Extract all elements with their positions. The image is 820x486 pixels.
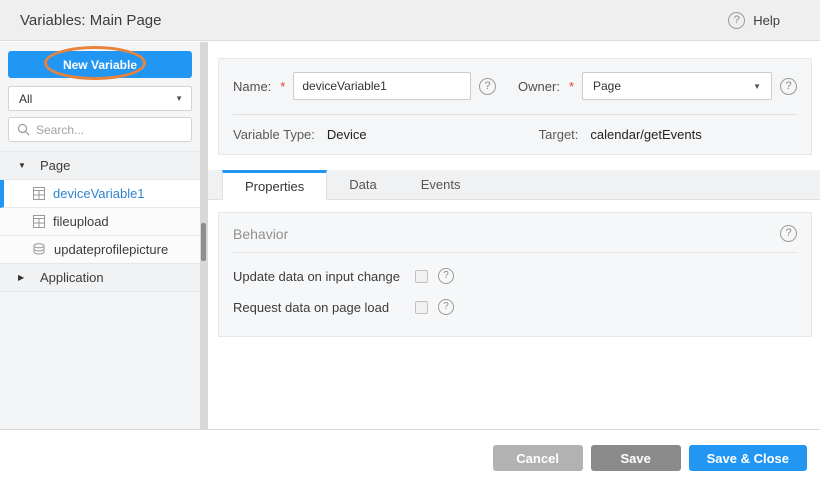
name-input[interactable] [293, 72, 471, 100]
name-label: Name: [233, 79, 271, 94]
behavior-help-icon[interactable]: ? [780, 225, 797, 242]
filter-selected-value: All [19, 92, 32, 106]
behavior-divider [233, 252, 797, 253]
sidebar-scrollbar-track[interactable] [200, 42, 208, 429]
chevron-right-icon: ▶ [18, 273, 28, 282]
tree-item-fileupload[interactable]: fileupload [0, 208, 200, 236]
variables-dialog: Variables: Main Page ? Help New Variable… [0, 0, 820, 486]
tree-group-label: Application [40, 270, 104, 285]
request-data-checkbox[interactable] [415, 301, 428, 314]
update-data-checkbox[interactable] [415, 270, 428, 283]
help-button[interactable]: ? Help [728, 12, 780, 29]
tree-item-label: fileupload [53, 214, 109, 229]
search-icon [17, 123, 30, 136]
chevron-down-icon: ▼ [18, 161, 28, 170]
save-and-close-button[interactable]: Save & Close [689, 445, 807, 471]
cancel-button[interactable]: Cancel [493, 445, 583, 471]
main-panel: Name: * ? Owner: * Page ▼ ? Variable Typ… [208, 42, 820, 429]
help-icon: ? [728, 12, 745, 29]
sidebar: New Variable All ▼ ▼ Page deviceVariable… [0, 42, 200, 429]
tree-item-devicevariable1[interactable]: deviceVariable1 [0, 180, 200, 208]
target-label: Target: [539, 127, 579, 142]
owner-selected-value: Page [593, 79, 621, 93]
footer-bar: Cancel Save Save & Close [0, 429, 820, 486]
variable-type-value: Device [327, 127, 367, 142]
new-variable-button[interactable]: New Variable [8, 51, 192, 78]
tree-item-label: deviceVariable1 [53, 186, 145, 201]
behavior-title: Behavior [233, 226, 288, 242]
variable-summary-panel: Name: * ? Owner: * Page ▼ ? Variable Typ… [218, 58, 812, 155]
search-input[interactable] [36, 123, 191, 137]
behavior-section: Behavior ? Update data on input change ?… [218, 212, 812, 337]
request-data-label: Request data on page load [233, 300, 415, 315]
name-help-icon[interactable]: ? [479, 78, 496, 95]
required-marker: * [569, 79, 574, 94]
tree-item-updateprofilepicture[interactable]: updateprofilepicture [0, 236, 200, 264]
chevron-down-icon: ▼ [753, 82, 761, 91]
update-data-label: Update data on input change [233, 269, 415, 284]
device-variable-icon [33, 187, 45, 200]
variable-tree: ▼ Page deviceVariable1 fileupload updat [0, 151, 200, 292]
page-title: Variables: Main Page [20, 12, 161, 29]
option-row-request-data: Request data on page load ? [219, 299, 811, 315]
help-label: Help [753, 13, 780, 28]
owner-help-icon[interactable]: ? [780, 78, 797, 95]
sidebar-scrollbar-thumb[interactable] [201, 223, 206, 261]
tab-bar: Properties Data Events [208, 170, 820, 200]
tree-group-application[interactable]: ▶ Application [0, 264, 200, 292]
device-variable-icon [33, 215, 45, 228]
dialog-header: Variables: Main Page ? Help [0, 0, 820, 41]
tab-events[interactable]: Events [399, 170, 483, 199]
tree-group-label: Page [40, 158, 70, 173]
save-button[interactable]: Save [591, 445, 681, 471]
target-value: calendar/getEvents [590, 127, 701, 142]
tree-group-page[interactable]: ▼ Page [0, 152, 200, 180]
tab-data[interactable]: Data [327, 170, 398, 199]
option-row-update-data: Update data on input change ? [219, 268, 811, 284]
tree-item-label: updateprofilepicture [54, 242, 168, 257]
required-marker: * [280, 79, 285, 94]
owner-label: Owner: [518, 79, 560, 94]
search-box[interactable] [8, 117, 192, 142]
variable-type-label: Variable Type: [233, 127, 315, 142]
tab-properties[interactable]: Properties [222, 170, 327, 200]
update-data-help-icon[interactable]: ? [438, 268, 454, 284]
owner-select[interactable]: Page ▼ [582, 72, 772, 100]
variable-filter-select[interactable]: All ▼ [8, 86, 192, 111]
request-data-help-icon[interactable]: ? [438, 299, 454, 315]
service-variable-icon [33, 243, 46, 256]
chevron-down-icon: ▼ [175, 94, 183, 103]
